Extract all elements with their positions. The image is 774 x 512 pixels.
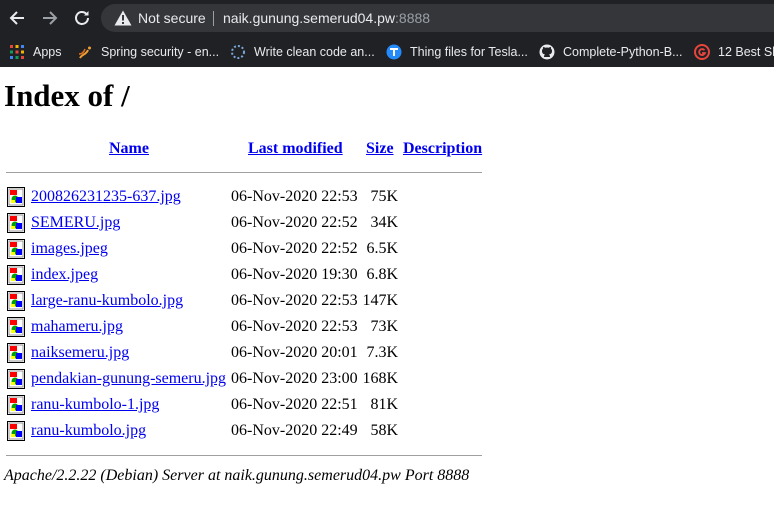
column-header-description: Description	[403, 140, 482, 158]
address-bar[interactable]: Not secure naik.gunung.semerud04.pw:8888	[101, 4, 774, 32]
thingiverse-icon	[386, 44, 402, 60]
file-modified: 06-Nov-2020 20:01	[231, 344, 358, 361]
file-link[interactable]: large-ranu-kumbolo.jpg	[31, 292, 183, 310]
back-button[interactable]	[5, 6, 29, 30]
sort-by-name-link[interactable]: Name	[109, 140, 149, 157]
file-link[interactable]: 200826231235-637.jpg	[31, 188, 181, 206]
column-header-size: Size	[366, 140, 394, 158]
sort-by-modified-link[interactable]: Last modified	[248, 140, 343, 157]
image-file-icon	[7, 187, 25, 207]
image-file-icon	[7, 317, 25, 337]
sort-by-description-link[interactable]: Description	[403, 140, 482, 157]
url-text[interactable]: naik.gunung.semerud04.pw:8888	[223, 9, 430, 27]
file-size: 58K	[370, 422, 398, 439]
column-header-name: Name	[109, 140, 149, 158]
reload-button[interactable]	[70, 6, 94, 30]
file-size: 73K	[370, 318, 398, 335]
image-file-icon	[7, 395, 25, 415]
file-link[interactable]: mahameru.jpg	[31, 318, 123, 336]
reload-icon	[75, 11, 89, 25]
table-row: naiksemeru.jpg 06-Nov-2020 20:01 7.3K	[0, 340, 500, 366]
file-modified: 06-Nov-2020 23:00	[231, 370, 358, 387]
server-signature: Apache/2.2.22 (Debian) Server at naik.gu…	[4, 467, 470, 484]
browser-toolbar: Not secure naik.gunung.semerud04.pw:8888	[0, 0, 774, 36]
file-link[interactable]: index.jpeg	[31, 266, 98, 284]
url-port: :8888	[395, 10, 431, 26]
file-modified: 06-Nov-2020 22:52	[231, 240, 358, 257]
bookmark-spring-security[interactable]: Spring security - en...	[77, 42, 219, 62]
file-modified: 06-Nov-2020 22:53	[231, 188, 358, 205]
table-row: mahameru.jpg 06-Nov-2020 22:53 73K	[0, 314, 500, 340]
forward-button[interactable]	[38, 6, 62, 30]
github-icon	[539, 44, 555, 60]
bookmark-label: Spring security - en...	[101, 45, 220, 59]
back-arrow-icon	[9, 11, 24, 25]
bookmark-label: 12 Best Ski	[718, 45, 774, 59]
bookmark-apps[interactable]: Apps	[9, 42, 62, 62]
bookmark-complete-python[interactable]: Complete-Python-B...	[539, 42, 683, 62]
file-size: 6.5K	[366, 240, 398, 257]
apps-grid-icon	[9, 44, 25, 60]
table-row: images.jpeg 06-Nov-2020 22:52 6.5K	[0, 236, 500, 262]
bookmark-label: Apps	[33, 45, 62, 59]
table-row: index.jpeg 06-Nov-2020 19:30 6.8K	[0, 262, 500, 288]
table-row: ranu-kumbolo-1.jpg 06-Nov-2020 22:51 81K	[0, 392, 500, 418]
image-file-icon	[7, 265, 25, 285]
image-file-icon	[7, 239, 25, 259]
file-modified: 06-Nov-2020 22:53	[231, 292, 358, 309]
bookmark-label: Complete-Python-B...	[563, 45, 683, 59]
bookmark-label: Write clean code an...	[254, 45, 375, 59]
file-size: 147K	[362, 292, 398, 309]
g-circle-icon	[694, 44, 710, 60]
table-row: pendakian-gunung-semeru.jpg 06-Nov-2020 2…	[0, 366, 500, 392]
page-content: Index of / Name Last modified Size Descr…	[0, 67, 774, 512]
table-row: ranu-kumbolo.jpg 06-Nov-2020 22:49 58K	[0, 418, 500, 444]
image-file-icon	[7, 213, 25, 233]
file-size: 168K	[362, 370, 398, 387]
spinner-icon	[230, 44, 246, 60]
warning-icon[interactable]	[114, 10, 132, 26]
security-status-label[interactable]: Not secure	[138, 9, 206, 27]
image-file-icon	[7, 369, 25, 389]
file-size: 81K	[370, 396, 398, 413]
file-size: 34K	[370, 214, 398, 231]
file-modified: 06-Nov-2020 22:49	[231, 422, 358, 439]
bookmark-thing-files[interactable]: Thing files for Tesla...	[386, 42, 528, 62]
sort-by-size-link[interactable]: Size	[366, 140, 394, 157]
bookmarks-bar: Apps Spring security - en... Write clean…	[0, 36, 774, 67]
file-modified: 06-Nov-2020 22:51	[231, 396, 358, 413]
file-modified: 06-Nov-2020 22:53	[231, 318, 358, 335]
file-modified: 06-Nov-2020 22:52	[231, 214, 358, 231]
omnibox-divider	[213, 11, 214, 26]
column-header-last-modified: Last modified	[248, 140, 343, 158]
table-row: 200826231235-637.jpg 06-Nov-2020 22:53 75K	[0, 184, 500, 210]
header-divider	[6, 172, 482, 173]
table-row: SEMERU.jpg 06-Nov-2020 22:52 34K	[0, 210, 500, 236]
bookmark-clean-code[interactable]: Write clean code an...	[230, 42, 375, 62]
file-link[interactable]: SEMERU.jpg	[31, 214, 120, 232]
file-link[interactable]: images.jpeg	[31, 240, 108, 258]
file-modified: 06-Nov-2020 19:30	[231, 266, 358, 283]
file-size: 75K	[370, 188, 398, 205]
table-row: large-ranu-kumbolo.jpg 06-Nov-2020 22:53 1…	[0, 288, 500, 314]
file-link[interactable]: pendakian-gunung-semeru.jpg	[31, 370, 226, 388]
footer-divider	[6, 455, 482, 456]
spring-icon	[77, 44, 93, 60]
image-file-icon	[7, 343, 25, 363]
file-size: 7.3K	[366, 344, 398, 361]
file-size: 6.8K	[366, 266, 398, 283]
url-host: naik.gunung.semerud04.pw	[223, 10, 396, 26]
image-file-icon	[7, 291, 25, 311]
file-link[interactable]: naiksemeru.jpg	[31, 344, 129, 362]
file-link[interactable]: ranu-kumbolo-1.jpg	[31, 396, 159, 414]
bookmark-best-ski[interactable]: 12 Best Ski	[694, 42, 774, 62]
page-title: Index of /	[4, 78, 130, 113]
bookmark-label: Thing files for Tesla...	[410, 45, 528, 59]
forward-arrow-icon	[43, 11, 58, 25]
image-file-icon	[7, 421, 25, 441]
file-link[interactable]: ranu-kumbolo.jpg	[31, 422, 146, 440]
